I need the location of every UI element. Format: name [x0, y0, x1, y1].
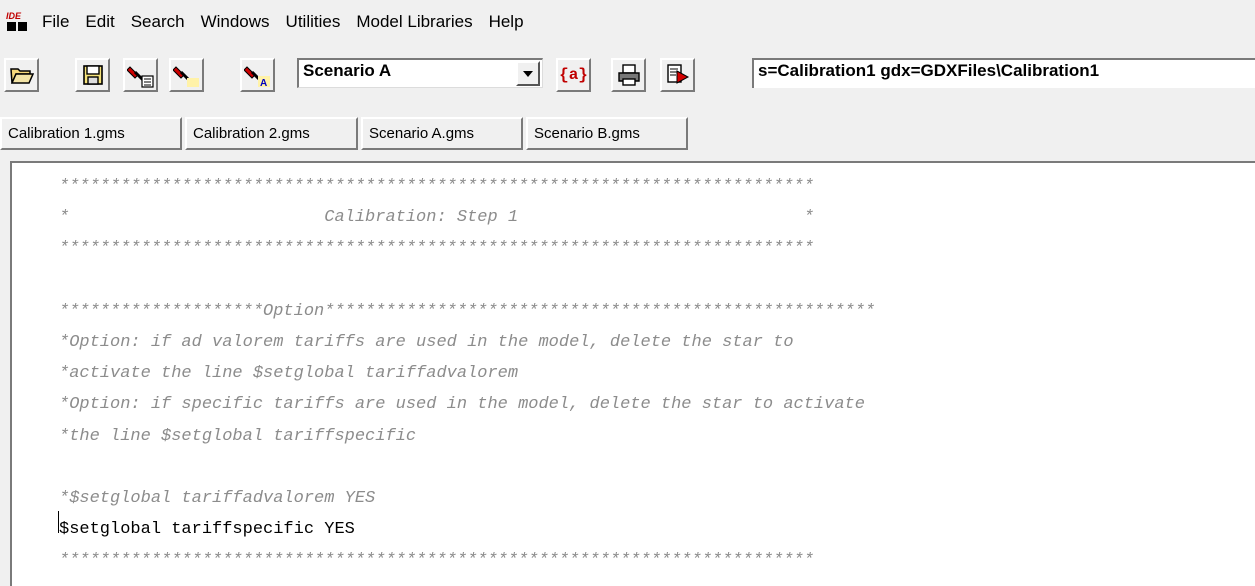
open-button[interactable] [4, 58, 39, 92]
code-line: *activate the line $setglobal tariffadva… [59, 364, 519, 384]
code-line: $setglobal tariffspecific YES [59, 520, 355, 540]
menu-utilities[interactable]: Utilities [278, 0, 349, 44]
run-button[interactable] [169, 58, 204, 92]
menu-edit[interactable]: Edit [77, 0, 122, 44]
scenario-select-value: Scenario A [303, 61, 392, 80]
code-editor[interactable]: ****************************************… [10, 161, 1255, 586]
code-line: ****************************************… [59, 239, 814, 259]
toolbar: A Scenario A {a} s=Calibration1 gdx=GDXF… [0, 54, 1255, 94]
ide-icon-text: IDE [6, 11, 22, 21]
command-line-parameters-value: s=Calibration1 gdx=GDXFiles\Calibration1 [758, 61, 1100, 80]
stop-button[interactable] [660, 58, 695, 92]
file-tabs: Calibration 1.gms Calibration 2.gms Scen… [0, 117, 1255, 151]
tab-scenario-a[interactable]: Scenario A.gms [361, 117, 523, 150]
run-gams-button[interactable] [123, 58, 158, 92]
print-button[interactable] [611, 58, 646, 92]
menu-bar: IDE File Edit Search Windows Utilities M… [0, 0, 1255, 44]
run-icon [172, 66, 199, 87]
stop-icon [666, 64, 689, 84]
code-line: *$setglobal tariffadvalorem YES [59, 488, 376, 508]
code-line: * Calibration: Step 1 * [59, 208, 814, 228]
tab-scenario-b[interactable]: Scenario B.gms [526, 117, 688, 150]
code-line: ****************************************… [59, 551, 814, 571]
tab-calibration-1[interactable]: Calibration 1.gms [0, 117, 182, 150]
menu-search[interactable]: Search [123, 0, 193, 44]
code-line: ****************************************… [59, 177, 814, 196]
scenario-select[interactable]: Scenario A [297, 58, 543, 88]
code-line: *Option: if ad valorem tariffs are used … [59, 332, 794, 352]
run-with-options-button[interactable]: A [240, 58, 275, 92]
tab-calibration-2[interactable]: Calibration 2.gms [185, 117, 358, 150]
code-line: ********************Option**************… [59, 301, 876, 321]
ide-app-icon[interactable]: IDE [6, 11, 28, 33]
svg-text:A: A [260, 78, 267, 88]
menu-file[interactable]: File [34, 0, 77, 44]
menu-windows[interactable]: Windows [193, 0, 278, 44]
command-line-parameters-input[interactable]: s=Calibration1 gdx=GDXFiles\Calibration1 [752, 58, 1255, 88]
code-line: *the line $setglobal tariffspecific [59, 426, 417, 446]
chevron-down-icon [523, 70, 533, 77]
text-caret [58, 511, 59, 533]
menu-model-libraries[interactable]: Model Libraries [348, 0, 480, 44]
code-line: *Option: if specific tariffs are used in… [59, 395, 865, 415]
model-attributes-icon: {a} [559, 66, 588, 84]
code-text: ****************************************… [59, 171, 1255, 576]
run-with-options-icon: A [243, 66, 270, 88]
menu-help[interactable]: Help [481, 0, 532, 44]
print-icon [617, 64, 640, 86]
run-gams-icon [126, 66, 154, 88]
open-folder-icon [9, 68, 34, 84]
save-icon [82, 65, 103, 85]
save-button[interactable] [75, 58, 110, 92]
dropdown-arrow-button[interactable] [516, 61, 540, 86]
model-attributes-button[interactable]: {a} [556, 58, 591, 92]
editor-gutter [12, 163, 44, 586]
